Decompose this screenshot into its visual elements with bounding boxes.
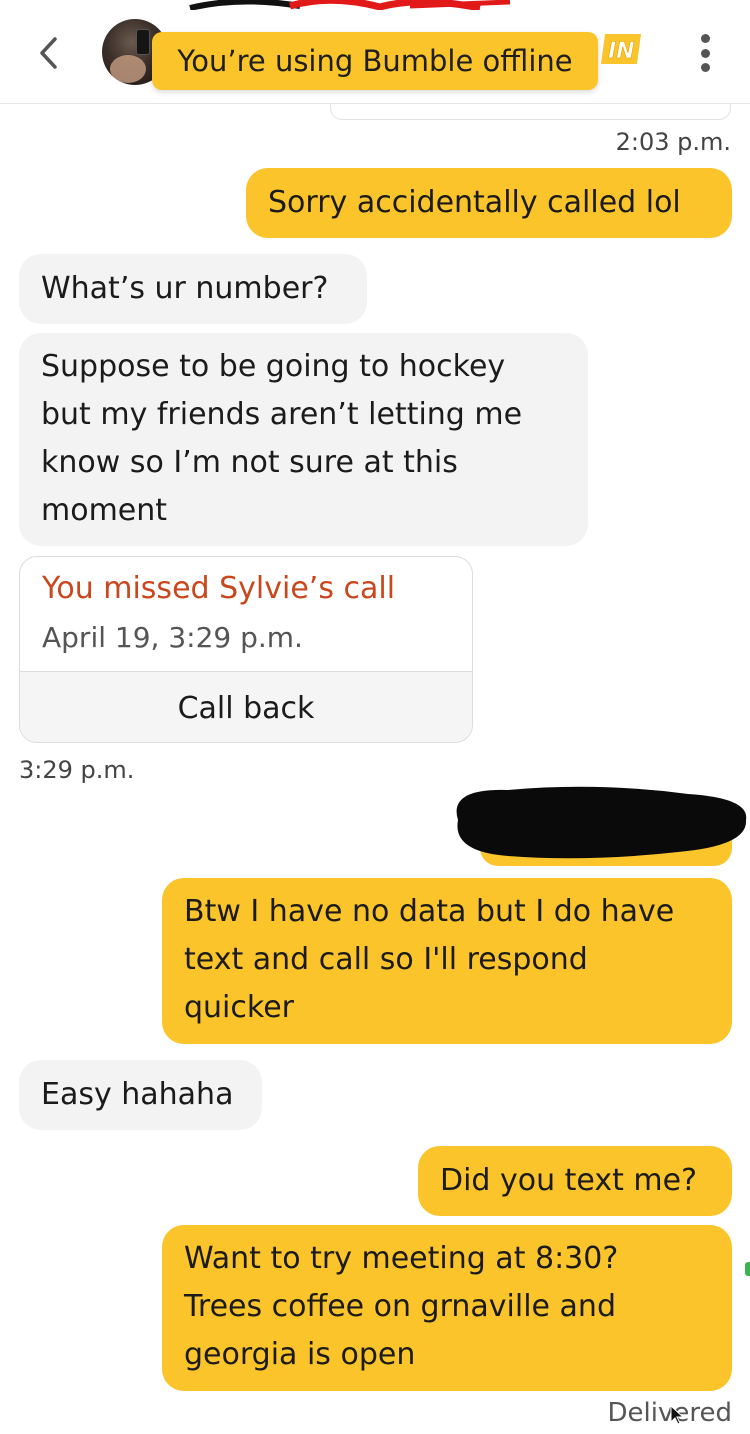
back-button[interactable] <box>28 30 68 76</box>
missed-call-card: You missed Sylvie’s call April 19, 3:29 … <box>19 556 473 743</box>
more-options-button[interactable] <box>690 28 720 78</box>
message-line: Btw I have no data but I do have <box>184 894 675 929</box>
missed-call-title: You missed Sylvie’s call <box>42 571 396 606</box>
incoming-message[interactable]: What’s ur number? <box>19 254 367 324</box>
message-line: but my friends aren’t letting me <box>41 397 523 432</box>
message-line: know so I’m not sure at this <box>41 445 458 480</box>
message-timestamp: 3:29 p.m. <box>19 756 135 784</box>
missed-call-date: April 19, 3:29 p.m. <box>42 621 303 654</box>
redaction-blot <box>448 780 750 862</box>
edge-indicator <box>745 1262 750 1276</box>
message-line: georgia is open <box>184 1337 416 1372</box>
message-text: Easy hahaha <box>41 1077 234 1112</box>
dot-icon <box>700 34 710 43</box>
dot-icon <box>700 48 710 58</box>
incoming-message[interactable]: Suppose to be going to hockey but my fri… <box>19 333 588 546</box>
offline-banner-text: You’re using Bumble offline <box>177 44 573 78</box>
chevron-left-icon <box>40 37 57 69</box>
outgoing-message[interactable]: Btw I have no data but I do have text an… <box>162 878 732 1044</box>
message-line: moment <box>41 493 168 528</box>
message-text: What’s ur number? <box>41 271 329 306</box>
incoming-message[interactable]: Easy hahaha <box>19 1060 262 1130</box>
outgoing-message[interactable]: Did you text me? <box>418 1146 732 1216</box>
badge-icon: IN <box>601 32 643 66</box>
message-timestamp: 2:03 p.m. <box>615 128 731 156</box>
outgoing-message[interactable]: Want to try meeting at 8:30? Trees coffe… <box>162 1225 732 1391</box>
previous-message-edge <box>330 104 731 120</box>
message-line: text and call so I'll respond <box>184 942 588 977</box>
message-text: Did you text me? <box>440 1163 698 1198</box>
message-line: Suppose to be going to hockey <box>41 349 506 384</box>
message-line: Want to try meeting at 8:30? <box>184 1241 619 1276</box>
message-text: Sorry accidentally called lol <box>268 185 681 220</box>
offline-banner: You’re using Bumble offline <box>152 32 598 90</box>
outgoing-message[interactable]: Sorry accidentally called lol <box>246 168 732 238</box>
dot-icon <box>700 63 710 72</box>
message-line: Trees coffee on grnaville and <box>184 1289 616 1324</box>
redaction-scribble <box>180 0 520 10</box>
chat-header: You’re using Bumble offline IN <box>0 0 750 104</box>
call-back-label: Call back <box>177 690 315 726</box>
cursor-icon <box>668 1404 686 1426</box>
message-line: quicker <box>184 990 294 1025</box>
badge-text: IN <box>608 39 635 64</box>
call-back-button[interactable]: Call back <box>20 671 472 742</box>
